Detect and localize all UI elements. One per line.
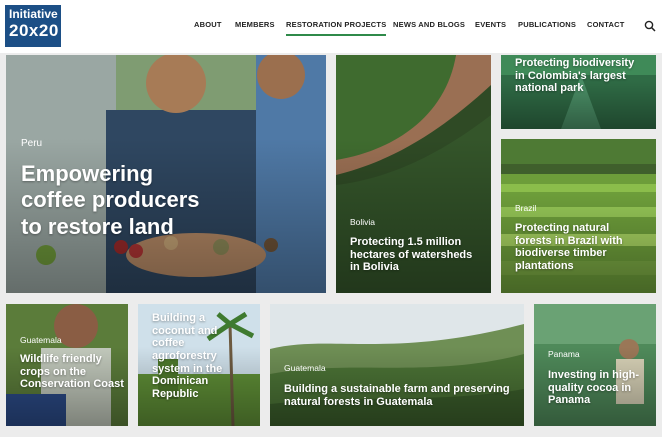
nav-restoration-projects[interactable]: RESTORATION PROJECTS bbox=[286, 20, 387, 36]
tile-title: Protecting natural forests in Brazil wit… bbox=[515, 222, 623, 272]
nav-members[interactable]: MEMBERS bbox=[235, 20, 275, 29]
tile-tag: Guatemala bbox=[284, 363, 326, 373]
search-icon[interactable] bbox=[644, 20, 656, 32]
project-tile-dominican-republic[interactable]: Building a coconut and coffee agroforest… bbox=[138, 304, 260, 426]
project-tile-peru[interactable]: Peru Empowering coffee producers to rest… bbox=[6, 55, 326, 293]
tile-tag: Guatemala bbox=[20, 335, 62, 345]
tile-tag: Brazil bbox=[515, 203, 537, 213]
tile-title: Building a coconut and coffee agroforest… bbox=[152, 312, 223, 400]
tile-tag: Panama bbox=[548, 349, 580, 359]
tile-title: Protecting biodiversity in Colombia's la… bbox=[515, 57, 635, 95]
site-header: Initiative 20x20 ABOUT MEMBERS RESTORATI… bbox=[0, 0, 662, 53]
nav-publications[interactable]: PUBLICATIONS bbox=[518, 20, 576, 29]
tile-tag: Bolivia bbox=[350, 217, 376, 227]
tile-title: Building a sustainable farm and preservi… bbox=[284, 383, 510, 408]
tile-title: Empowering coffee producers to restore l… bbox=[21, 161, 200, 239]
project-tile-bolivia[interactable]: Bolivia Protecting 1.5 million hectares … bbox=[336, 55, 491, 293]
project-tile-guatemala-farm[interactable]: Guatemala Building a sustainable farm an… bbox=[270, 304, 524, 426]
nav-about[interactable]: ABOUT bbox=[194, 20, 222, 29]
project-tile-panama[interactable]: Panama Investing in high-quality cocoa i… bbox=[534, 304, 656, 426]
main-nav: ABOUT MEMBERS RESTORATION PROJECTS NEWS … bbox=[0, 0, 662, 53]
tile-title: Wildlife friendly crops on the Conservat… bbox=[20, 353, 124, 391]
nav-contact[interactable]: CONTACT bbox=[587, 20, 625, 29]
project-tile-colombia[interactable]: Protecting biodiversity in Colombia's la… bbox=[501, 55, 656, 129]
tile-tag: Peru bbox=[21, 138, 43, 149]
tile-title: Investing in high-quality cocoa in Panam… bbox=[548, 369, 640, 407]
nav-events[interactable]: EVENTS bbox=[475, 20, 506, 29]
panama-overlay bbox=[534, 304, 656, 426]
nav-news-and-blogs[interactable]: NEWS AND BLOGS bbox=[393, 20, 465, 29]
tile-title: Protecting 1.5 million hectares of water… bbox=[350, 236, 473, 274]
project-tile-guatemala-crops[interactable]: Guatemala Wildlife friendly crops on the… bbox=[6, 304, 128, 426]
project-tile-brazil[interactable]: Brazil Protecting natural forests in Bra… bbox=[501, 139, 656, 293]
